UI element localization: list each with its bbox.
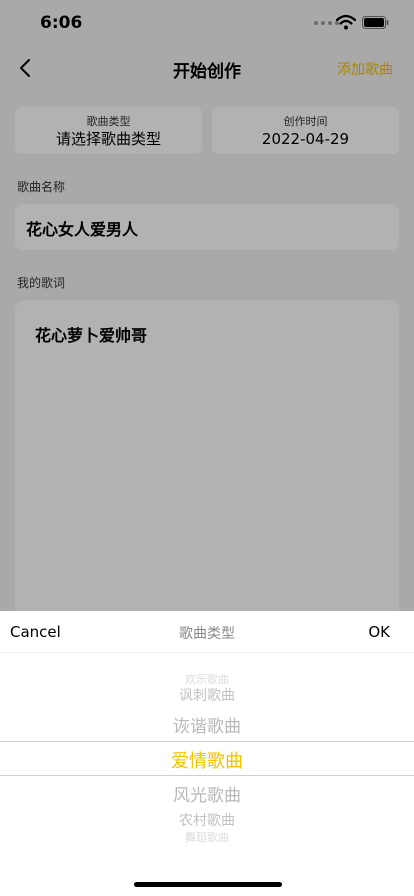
selection-top-divider bbox=[0, 741, 414, 742]
ok-button[interactable]: OK bbox=[368, 623, 390, 641]
picker-option-selected[interactable]: 爱情歌曲 bbox=[0, 747, 414, 773]
picker-option[interactable]: 讽刺歌曲 bbox=[0, 685, 414, 705]
picker-toolbar: Cancel 歌曲类型 OK bbox=[0, 611, 414, 653]
picker-option[interactable]: 诙谐歌曲 bbox=[0, 712, 414, 737]
picker-wheel[interactable]: 欢乐歌曲 讽刺歌曲 诙谐歌曲 爱情歌曲 风光歌曲 农村歌曲 舞蹈歌曲 bbox=[0, 671, 414, 851]
picker-title: 歌曲类型 bbox=[179, 626, 235, 642]
selection-bottom-divider bbox=[0, 775, 414, 776]
picker-option[interactable]: 风光歌曲 bbox=[0, 781, 414, 806]
home-indicator[interactable] bbox=[134, 882, 282, 887]
picker-option[interactable]: 舞蹈歌曲 bbox=[0, 829, 414, 845]
picker-sheet: Cancel 歌曲类型 OK 欢乐歌曲 讽刺歌曲 诙谐歌曲 爱情歌曲 风光歌曲 … bbox=[0, 611, 414, 896]
picker-option[interactable]: 农村歌曲 bbox=[0, 810, 414, 830]
